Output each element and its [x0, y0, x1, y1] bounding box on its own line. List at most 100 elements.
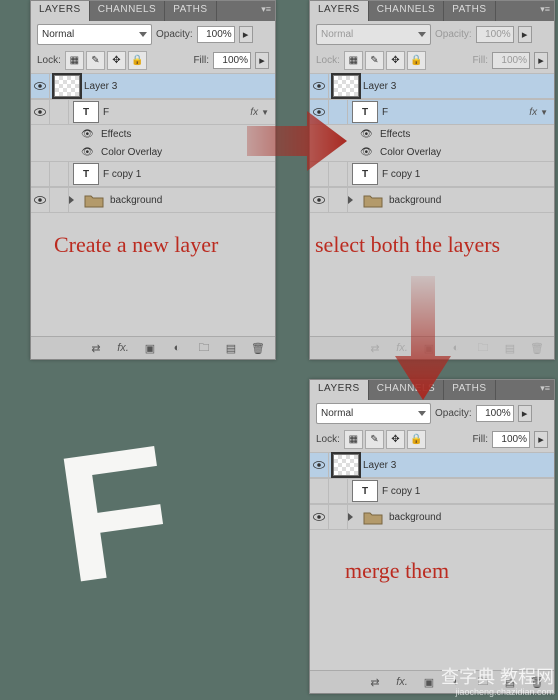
- new-layer-icon[interactable]: ▤: [501, 340, 519, 356]
- tab-channels[interactable]: CHANNELS: [90, 1, 165, 21]
- link-layers-icon[interactable]: ⇄: [366, 674, 384, 690]
- link-layers-icon[interactable]: ⇄: [87, 340, 105, 356]
- group-caret-icon[interactable]: [69, 196, 74, 204]
- lock-position-icon[interactable]: ✥: [107, 51, 126, 70]
- delete-layer-icon[interactable]: 🗑: [528, 340, 546, 356]
- lock-transparent-icon[interactable]: ▦: [65, 51, 84, 70]
- delete-layer-icon[interactable]: 🗑: [249, 340, 267, 356]
- fill-input[interactable]: 100%: [492, 431, 530, 448]
- effects-row[interactable]: 👁Effects: [31, 125, 275, 143]
- visibility-icon[interactable]: [310, 453, 329, 477]
- add-mask-icon[interactable]: ▣: [420, 674, 438, 690]
- visibility-cell[interactable]: [31, 162, 50, 186]
- visibility-icon[interactable]: 👁: [81, 129, 95, 140]
- opacity-stepper: ▸: [518, 26, 532, 43]
- layer-row-fcopy[interactable]: T F copy 1: [31, 161, 275, 187]
- text-layer-icon[interactable]: T: [73, 101, 99, 123]
- tab-paths[interactable]: PATHS: [444, 1, 495, 21]
- visibility-icon[interactable]: [310, 188, 329, 212]
- layer-name[interactable]: Layer 3: [363, 81, 554, 92]
- tab-layers[interactable]: LAYERS: [310, 1, 369, 21]
- new-group-icon[interactable]: 🗀: [474, 340, 492, 356]
- layer-thumbnail[interactable]: [333, 454, 359, 476]
- layer-row-background[interactable]: background: [310, 187, 554, 213]
- opacity-input[interactable]: 100%: [476, 405, 514, 422]
- lock-position-icon[interactable]: ✥: [386, 430, 405, 449]
- blend-mode-select[interactable]: Normal: [37, 24, 152, 45]
- layer-name[interactable]: F copy 1: [382, 486, 554, 497]
- color-overlay-row[interactable]: 👁Color Overlay: [31, 143, 275, 161]
- panel-menu-icon[interactable]: ▾≡: [540, 383, 550, 394]
- group-caret-icon[interactable]: [348, 513, 353, 521]
- panel-menu-icon[interactable]: ▾≡: [261, 4, 271, 15]
- link-cell[interactable]: [50, 162, 69, 186]
- layer-row-f[interactable]: T F fx ▼: [31, 99, 275, 125]
- tab-layers[interactable]: LAYERS: [310, 380, 369, 400]
- fill-input[interactable]: 100%: [213, 52, 251, 69]
- new-layer-icon[interactable]: ▤: [222, 340, 240, 356]
- layer-thumbnail[interactable]: [54, 75, 80, 97]
- adjustment-layer-icon[interactable]: ◐: [168, 340, 186, 356]
- visibility-icon[interactable]: 👁: [360, 129, 374, 140]
- lock-transparent-icon[interactable]: ▦: [344, 430, 363, 449]
- opacity-input[interactable]: 100%: [197, 26, 235, 43]
- visibility-icon[interactable]: [310, 505, 329, 529]
- lock-all-icon[interactable]: 🔒: [128, 51, 147, 70]
- layer-name[interactable]: F: [382, 107, 529, 118]
- lock-pixels-icon[interactable]: ✎: [365, 430, 384, 449]
- tab-layers[interactable]: LAYERS: [31, 1, 90, 21]
- group-caret-icon[interactable]: [348, 196, 353, 204]
- text-layer-icon[interactable]: T: [352, 480, 378, 502]
- layer-row-background[interactable]: background: [31, 187, 275, 213]
- layer-row-background[interactable]: background: [310, 504, 554, 530]
- panel-menu-icon[interactable]: ▾≡: [540, 4, 550, 15]
- new-group-icon[interactable]: 🗀: [195, 340, 213, 356]
- text-layer-icon[interactable]: T: [352, 163, 378, 185]
- visibility-icon[interactable]: 👁: [360, 147, 374, 158]
- link-cell[interactable]: [329, 505, 348, 529]
- link-cell[interactable]: [329, 188, 348, 212]
- link-cell[interactable]: [50, 188, 69, 212]
- link-layers-icon[interactable]: ⇄: [366, 340, 384, 356]
- layer-name[interactable]: Layer 3: [84, 81, 275, 92]
- add-mask-icon[interactable]: ▣: [141, 340, 159, 356]
- layer-name[interactable]: background: [389, 512, 554, 523]
- text-layer-icon[interactable]: T: [73, 163, 99, 185]
- layer-row-layer3[interactable]: Layer 3: [31, 73, 275, 99]
- add-fx-icon[interactable]: fx.: [114, 340, 132, 356]
- blend-mode-value: Normal: [42, 29, 74, 40]
- blend-mode-value: Normal: [321, 408, 353, 419]
- visibility-icon[interactable]: [31, 100, 50, 124]
- link-cell[interactable]: [329, 479, 348, 503]
- fill-stepper[interactable]: ▸: [255, 52, 269, 69]
- link-cell[interactable]: [50, 100, 69, 124]
- layer-row-layer3[interactable]: Layer 3: [310, 452, 554, 478]
- chevron-down-icon: [418, 32, 426, 37]
- opacity-stepper[interactable]: ▸: [239, 26, 253, 43]
- visibility-icon[interactable]: [310, 74, 329, 98]
- fill-stepper[interactable]: ▸: [534, 431, 548, 448]
- tab-channels[interactable]: CHANNELS: [369, 1, 444, 21]
- layer-thumbnail[interactable]: [333, 75, 359, 97]
- text-layer-icon[interactable]: T: [352, 101, 378, 123]
- layer-row-layer3[interactable]: Layer 3: [310, 73, 554, 99]
- add-fx-icon[interactable]: fx.: [393, 674, 411, 690]
- visibility-icon[interactable]: [31, 188, 50, 212]
- layer-name[interactable]: background: [110, 195, 275, 206]
- lock-pixels-icon[interactable]: ✎: [86, 51, 105, 70]
- layer-name[interactable]: F: [103, 107, 250, 118]
- fx-badge[interactable]: fx: [529, 107, 540, 118]
- layer-name[interactable]: Layer 3: [363, 460, 554, 471]
- blend-mode-select[interactable]: Normal: [316, 403, 431, 424]
- tab-paths[interactable]: PATHS: [165, 1, 216, 21]
- lock-icons: ▦ ✎ ✥ 🔒: [65, 51, 147, 70]
- layer-name[interactable]: F copy 1: [382, 169, 554, 180]
- visibility-cell[interactable]: [310, 479, 329, 503]
- visibility-icon[interactable]: [31, 74, 50, 98]
- opacity-stepper[interactable]: ▸: [518, 405, 532, 422]
- layer-name[interactable]: background: [389, 195, 554, 206]
- visibility-icon[interactable]: 👁: [81, 147, 95, 158]
- lock-all-icon[interactable]: 🔒: [407, 430, 426, 449]
- layer-row-fcopy[interactable]: T F copy 1: [310, 478, 554, 504]
- fx-expand-icon[interactable]: ▼: [540, 108, 554, 117]
